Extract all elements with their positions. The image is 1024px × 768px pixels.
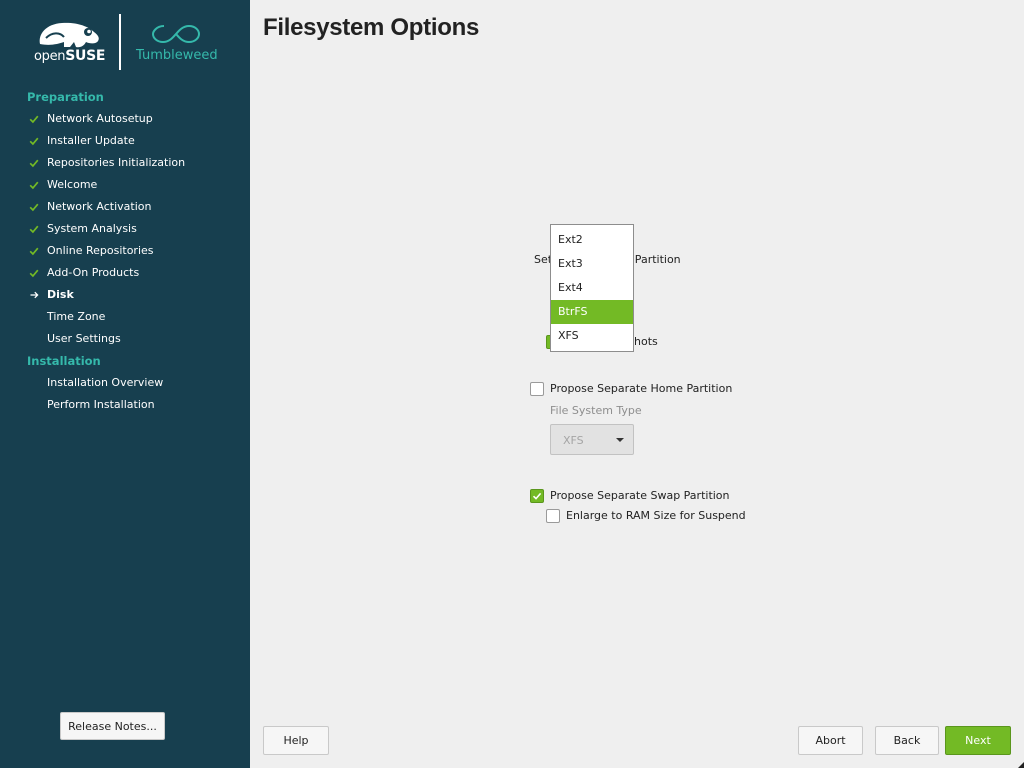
- nav-item-add-on-products: Add-On Products: [0, 262, 250, 284]
- fs-option-btrfs[interactable]: BtrFS: [551, 300, 633, 324]
- chevron-down-icon: [616, 438, 624, 442]
- checkmark-icon: [28, 262, 40, 284]
- nav-section-installation: Installation: [27, 354, 101, 368]
- back-button[interactable]: Back: [875, 726, 939, 755]
- logo-area: openSUSE Tumbleweed: [0, 0, 250, 84]
- nav-item-label: Installation Overview: [47, 376, 164, 389]
- nav-item-label: Time Zone: [47, 310, 106, 323]
- nav-item-time-zone: Time Zone: [0, 306, 250, 328]
- checkmark-icon: [28, 196, 40, 218]
- enable-snapshots-label-partial: hots: [634, 335, 658, 348]
- fs-option-ext2[interactable]: Ext2: [551, 228, 633, 252]
- checkmark-icon: [28, 240, 40, 262]
- step-list: Preparation Network Autosetup Installer Up…: [0, 86, 250, 416]
- home-fs-type-combo[interactable]: XFS: [550, 424, 634, 455]
- nav-item-label: Repositories Initialization: [47, 156, 186, 169]
- nav-item-online-repositories: Online Repositories: [0, 240, 250, 262]
- nav-item-label: Network Autosetup: [47, 112, 153, 125]
- tumbleweed-infinity-icon: [151, 24, 201, 44]
- enlarge-ram-label[interactable]: Enlarge to RAM Size for Suspend: [566, 509, 746, 522]
- nav-item-label: Perform Installation: [47, 398, 155, 411]
- arrow-right-icon: [28, 284, 40, 306]
- nav-item-system-analysis: System Analysis: [0, 218, 250, 240]
- nav-item-network-activation: Network Activation: [0, 196, 250, 218]
- sidebar: openSUSE Tumbleweed Preparation Network A…: [0, 0, 250, 768]
- home-fs-type-label: File System Type: [550, 404, 642, 417]
- nav-item-label: Online Repositories: [47, 244, 154, 257]
- checkmark-icon: [28, 152, 40, 174]
- nav-item-label: System Analysis: [47, 222, 137, 235]
- opensuse-wordmark: openSUSE: [34, 48, 106, 64]
- nav-spacer: [28, 372, 40, 394]
- propose-swap-checkbox[interactable]: [530, 489, 544, 503]
- checkmark-icon: [28, 218, 40, 240]
- enlarge-ram-checkbox[interactable]: [546, 509, 560, 523]
- home-fs-type-value: XFS: [563, 434, 584, 447]
- resize-corner-icon: [1018, 762, 1024, 768]
- next-button[interactable]: Next: [945, 726, 1011, 755]
- root-fs-label-partial-right: t Partition: [627, 253, 681, 266]
- nav-item-network-autosetup: Network Autosetup: [0, 108, 250, 130]
- nav-item-label: Network Activation: [47, 200, 152, 213]
- fs-option-ext4[interactable]: Ext4: [551, 276, 633, 300]
- nav-item-label: Add-On Products: [47, 266, 140, 279]
- nav-item-label: Installer Update: [47, 134, 135, 147]
- nav-item-repositories-initialization: Repositories Initialization: [0, 152, 250, 174]
- tumbleweed-wordmark: Tumbleweed: [136, 48, 218, 63]
- checkmark-icon: [28, 108, 40, 130]
- nav-item-user-settings: User Settings: [0, 328, 250, 350]
- nav-item-welcome: Welcome: [0, 174, 250, 196]
- fs-option-ext3[interactable]: Ext3: [551, 252, 633, 276]
- nav-item-perform-installation: Perform Installation: [0, 394, 250, 416]
- opensuse-chameleon-icon: [39, 22, 99, 48]
- logo-divider: [119, 14, 121, 70]
- propose-swap-label[interactable]: Propose Separate Swap Partition: [550, 489, 730, 502]
- propose-home-label[interactable]: Propose Separate Home Partition: [550, 382, 732, 395]
- fs-option-xfs[interactable]: XFS: [551, 324, 633, 348]
- nav-spacer: [28, 394, 40, 416]
- help-button[interactable]: Help: [263, 726, 329, 755]
- checkmark-icon: [532, 492, 542, 500]
- checkmark-icon: [28, 174, 40, 196]
- nav-item-disk: Disk: [0, 284, 250, 306]
- nav-item-installer-update: Installer Update: [0, 130, 250, 152]
- checkmark-icon: [28, 130, 40, 152]
- nav-item-installation-overview: Installation Overview: [0, 372, 250, 394]
- release-notes-button[interactable]: Release Notes...: [60, 712, 165, 740]
- fs-type-dropdown-list[interactable]: Ext2 Ext3 Ext4 BtrFS XFS: [550, 224, 634, 352]
- nav-spacer: [28, 306, 40, 328]
- abort-button[interactable]: Abort: [798, 726, 863, 755]
- nav-item-label: Welcome: [47, 178, 98, 191]
- page-title: Filesystem Options: [263, 14, 479, 41]
- nav-section-preparation: Preparation: [27, 90, 104, 104]
- nav-spacer: [28, 328, 40, 350]
- propose-home-checkbox[interactable]: [530, 382, 544, 396]
- nav-item-label: Disk: [47, 288, 74, 301]
- nav-item-label: User Settings: [47, 332, 121, 345]
